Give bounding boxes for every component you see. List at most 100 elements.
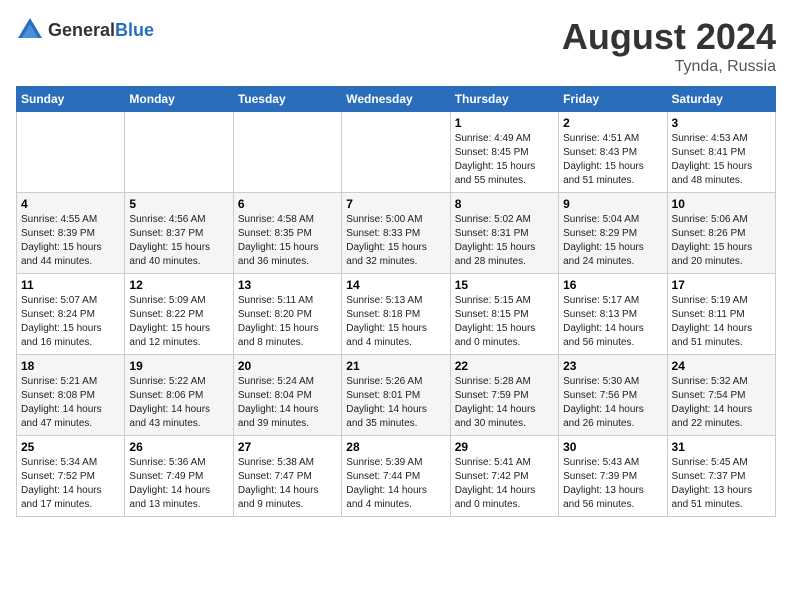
day-number: 10: [672, 197, 771, 211]
table-row: 18 Sunrise: 5:21 AM Sunset: 8:08 PM Dayli…: [17, 355, 125, 436]
day-detail: Sunrise: 5:07 AM Sunset: 8:24 PM Dayligh…: [21, 294, 120, 350]
table-row: 29Sunrise: 5:41 AM Sunset: 7:42 PM Dayli…: [450, 436, 558, 517]
day-number: 28: [346, 440, 445, 454]
day-number: 7: [346, 197, 445, 211]
table-row: 28Sunrise: 5:39 AM Sunset: 7:44 PM Dayli…: [342, 436, 450, 517]
day-detail: Sunrise: 4:58 AM Sunset: 8:35 PM Dayligh…: [238, 213, 337, 269]
day-detail: Sunrise: 5:13 AM Sunset: 8:18 PM Dayligh…: [346, 294, 445, 350]
table-row: 24Sunrise: 5:32 AM Sunset: 7:54 PM Dayli…: [667, 355, 775, 436]
table-row: 8 Sunrise: 5:02 AM Sunset: 8:31 PM Daylig…: [450, 193, 558, 274]
day-number: 1: [455, 116, 554, 130]
day-number: 12: [129, 278, 228, 292]
day-detail: Sunrise: 5:15 AM Sunset: 8:15 PM Dayligh…: [455, 294, 554, 350]
day-number: 26: [129, 440, 228, 454]
day-detail: Sunrise: 5:11 AM Sunset: 8:20 PM Dayligh…: [238, 294, 337, 350]
calendar-table: Sunday Monday Tuesday Wednesday Thursday…: [16, 86, 776, 517]
calendar-week-row: 25 Sunrise: 5:34 AM Sunset: 7:52 PM Dayli…: [17, 436, 776, 517]
day-number: 6: [238, 197, 337, 211]
day-detail: Sunrise: 5:21 AM Sunset: 8:08 PM Dayligh…: [21, 375, 120, 431]
day-detail: Sunrise: 5:32 AM Sunset: 7:54 PM Dayligh…: [672, 375, 771, 431]
table-row: [125, 112, 233, 193]
table-row: 16Sunrise: 5:17 AM Sunset: 8:13 PM Dayli…: [559, 274, 667, 355]
table-row: 6 Sunrise: 4:58 AM Sunset: 8:35 PM Daylig…: [233, 193, 341, 274]
day-number: 30: [563, 440, 662, 454]
day-detail: Sunrise: 5:43 AM Sunset: 7:39 PM Dayligh…: [563, 456, 662, 512]
day-detail: Sunrise: 5:34 AM Sunset: 7:52 PM Dayligh…: [21, 456, 120, 512]
table-row: 22 Sunrise: 5:28 AM Sunset: 7:59 PM Dayli…: [450, 355, 558, 436]
calendar-location: Tynda, Russia: [562, 58, 776, 76]
day-detail: Sunrise: 5:30 AM Sunset: 7:56 PM Dayligh…: [563, 375, 662, 431]
table-row: 31 Sunrise: 5:45 AM Sunset: 7:37 PM Dayli…: [667, 436, 775, 517]
table-row: 23 Sunrise: 5:30 AM Sunset: 7:56 PM Dayli…: [559, 355, 667, 436]
day-detail: Sunrise: 5:00 AM Sunset: 8:33 PM Dayligh…: [346, 213, 445, 269]
day-detail: Sunrise: 5:24 AM Sunset: 8:04 PM Dayligh…: [238, 375, 337, 431]
day-detail: Sunrise: 5:41 AM Sunset: 7:42 PM Dayligh…: [455, 456, 554, 512]
day-detail: Sunrise: 4:49 AM Sunset: 8:45 PM Dayligh…: [455, 132, 554, 188]
day-detail: Sunrise: 5:36 AM Sunset: 7:49 PM Dayligh…: [129, 456, 228, 512]
day-detail: Sunrise: 5:04 AM Sunset: 8:29 PM Dayligh…: [563, 213, 662, 269]
table-row: 3 Sunrise: 4:53 AM Sunset: 8:41 PM Daylig…: [667, 112, 775, 193]
page-header: GeneralBlue August 2024 Tynda, Russia: [16, 16, 776, 76]
day-number: 8: [455, 197, 554, 211]
table-row: 7 Sunrise: 5:00 AM Sunset: 8:33 PM Daylig…: [342, 193, 450, 274]
day-number: 18: [21, 359, 120, 373]
table-row: 1 Sunrise: 4:49 AM Sunset: 8:45 PM Daylig…: [450, 112, 558, 193]
day-number: 15: [455, 278, 554, 292]
day-detail: Sunrise: 5:28 AM Sunset: 7:59 PM Dayligh…: [455, 375, 554, 431]
table-row: 27 Sunrise: 5:38 AM Sunset: 7:47 PM Dayli…: [233, 436, 341, 517]
day-detail: Sunrise: 5:02 AM Sunset: 8:31 PM Dayligh…: [455, 213, 554, 269]
calendar-week-row: 11 Sunrise: 5:07 AM Sunset: 8:24 PM Dayli…: [17, 274, 776, 355]
day-detail: Sunrise: 4:56 AM Sunset: 8:37 PM Dayligh…: [129, 213, 228, 269]
table-row: 19Sunrise: 5:22 AM Sunset: 8:06 PM Dayli…: [125, 355, 233, 436]
day-number: 25: [21, 440, 120, 454]
day-number: 9: [563, 197, 662, 211]
table-row: 10 Sunrise: 5:06 AM Sunset: 8:26 PM Dayli…: [667, 193, 775, 274]
day-number: 13: [238, 278, 337, 292]
day-detail: Sunrise: 4:51 AM Sunset: 8:43 PM Dayligh…: [563, 132, 662, 188]
table-row: 13 Sunrise: 5:11 AM Sunset: 8:20 PM Dayli…: [233, 274, 341, 355]
day-number: 3: [672, 116, 771, 130]
day-detail: Sunrise: 4:53 AM Sunset: 8:41 PM Dayligh…: [672, 132, 771, 188]
day-number: 31: [672, 440, 771, 454]
table-row: [17, 112, 125, 193]
table-row: 14 Sunrise: 5:13 AM Sunset: 8:18 PM Dayli…: [342, 274, 450, 355]
day-detail: Sunrise: 5:45 AM Sunset: 7:37 PM Dayligh…: [672, 456, 771, 512]
logo-general-text: General: [48, 20, 115, 40]
day-number: 2: [563, 116, 662, 130]
day-number: 16: [563, 278, 662, 292]
calendar-week-row: 1 Sunrise: 4:49 AM Sunset: 8:45 PM Daylig…: [17, 112, 776, 193]
header-sunday: Sunday: [17, 87, 125, 112]
table-row: [342, 112, 450, 193]
title-block: August 2024 Tynda, Russia: [562, 16, 776, 76]
table-row: 17Sunrise: 5:19 AM Sunset: 8:11 PM Dayli…: [667, 274, 775, 355]
calendar-week-row: 4Sunrise: 4:55 AM Sunset: 8:39 PM Daylig…: [17, 193, 776, 274]
calendar-week-row: 18 Sunrise: 5:21 AM Sunset: 8:08 PM Dayli…: [17, 355, 776, 436]
table-row: 4Sunrise: 4:55 AM Sunset: 8:39 PM Daylig…: [17, 193, 125, 274]
day-number: 17: [672, 278, 771, 292]
table-row: 25 Sunrise: 5:34 AM Sunset: 7:52 PM Dayli…: [17, 436, 125, 517]
table-row: 12 Sunrise: 5:09 AM Sunset: 8:22 PM Dayli…: [125, 274, 233, 355]
day-number: 22: [455, 359, 554, 373]
day-number: 23: [563, 359, 662, 373]
logo: GeneralBlue: [16, 16, 154, 44]
table-row: 30 Sunrise: 5:43 AM Sunset: 7:39 PM Dayli…: [559, 436, 667, 517]
day-number: 11: [21, 278, 120, 292]
table-row: 11 Sunrise: 5:07 AM Sunset: 8:24 PM Dayli…: [17, 274, 125, 355]
header-thursday: Thursday: [450, 87, 558, 112]
day-detail: Sunrise: 5:38 AM Sunset: 7:47 PM Dayligh…: [238, 456, 337, 512]
day-detail: Sunrise: 5:09 AM Sunset: 8:22 PM Dayligh…: [129, 294, 228, 350]
table-row: 20Sunrise: 5:24 AM Sunset: 8:04 PM Dayli…: [233, 355, 341, 436]
weekday-header-row: Sunday Monday Tuesday Wednesday Thursday…: [17, 87, 776, 112]
table-row: 15 Sunrise: 5:15 AM Sunset: 8:15 PM Dayli…: [450, 274, 558, 355]
day-number: 4: [21, 197, 120, 211]
logo-icon: [16, 16, 44, 44]
day-number: 21: [346, 359, 445, 373]
day-detail: Sunrise: 5:06 AM Sunset: 8:26 PM Dayligh…: [672, 213, 771, 269]
table-row: 9 Sunrise: 5:04 AM Sunset: 8:29 PM Daylig…: [559, 193, 667, 274]
day-number: 14: [346, 278, 445, 292]
header-wednesday: Wednesday: [342, 87, 450, 112]
calendar-title: August 2024: [562, 16, 776, 58]
header-saturday: Saturday: [667, 87, 775, 112]
day-number: 27: [238, 440, 337, 454]
header-friday: Friday: [559, 87, 667, 112]
